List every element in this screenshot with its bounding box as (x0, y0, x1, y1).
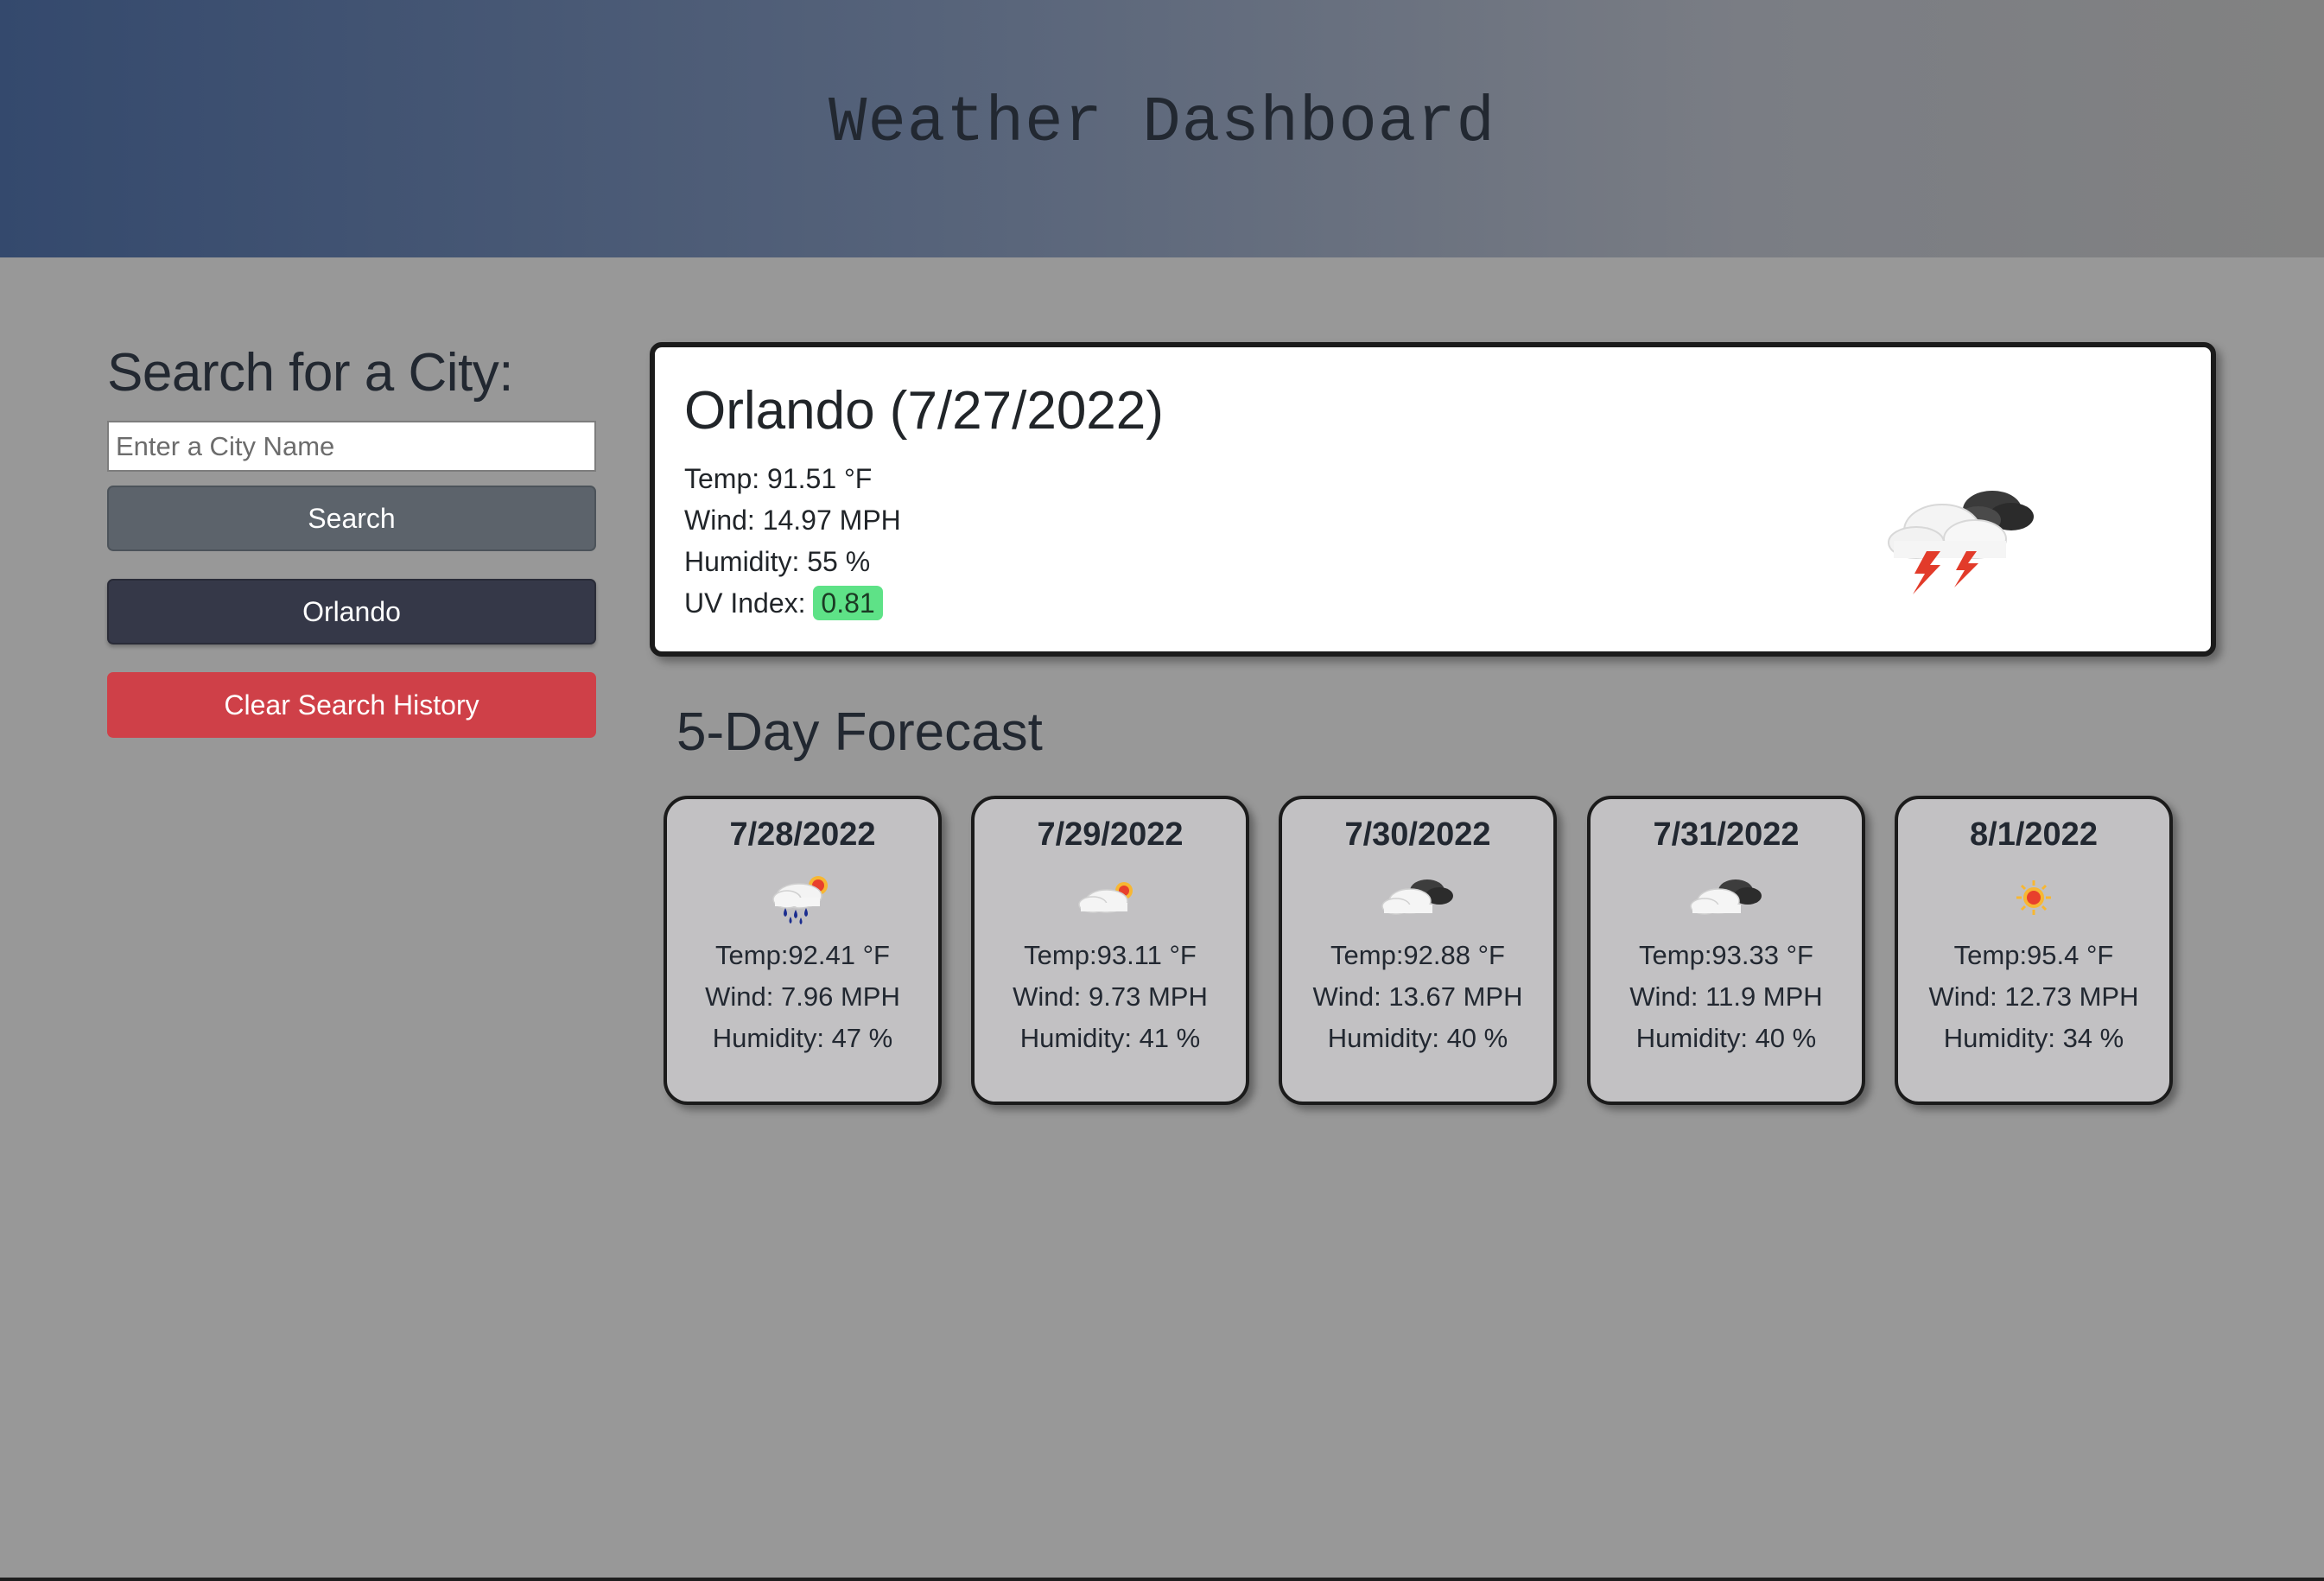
current-wind: Wind: 14.97 MPH (684, 505, 901, 536)
uv-badge: 0.81 (813, 586, 883, 620)
forecast-humidity: Humidity: 34 % (1943, 1023, 2124, 1053)
search-sidebar: Search for a City: Search Orlando Clear … (107, 342, 596, 738)
thunderstorm-icon (1882, 477, 2046, 602)
search-heading: Search for a City: (107, 343, 513, 403)
city-search-input[interactable] (107, 421, 596, 472)
cloud-sun-icon (975, 860, 1246, 935)
rain-sun-icon (667, 860, 938, 935)
forecast-wind: Wind: 9.73 MPH (1013, 981, 1208, 1012)
forecast-date: 7/30/2022 (1344, 816, 1491, 853)
forecast-temp: Temp:92.88 °F (1330, 940, 1505, 970)
forecast-date: 7/29/2022 (1037, 816, 1184, 853)
forecast-wind: Wind: 11.9 MPH (1629, 981, 1823, 1012)
app-header: Weather Dashboard (0, 0, 2324, 257)
page-title: Weather Dashboard (829, 87, 1495, 160)
forecast-humidity: Humidity: 41 % (1019, 1023, 1201, 1053)
forecast-temp: Temp:92.41 °F (715, 940, 890, 970)
forecast-wind: Wind: 7.96 MPH (705, 981, 900, 1012)
current-stats: Temp: 91.51 °F Wind: 14.97 MPH Humidity:… (684, 458, 901, 624)
forecast-card: 7/29/2022 Temp:93.11 °F Wind: 9.73 MPH H… (971, 796, 1249, 1105)
current-temp: Temp: 91.51 °F (684, 463, 873, 494)
current-weather-card: Orlando (7/27/2022) Temp: 91.51 °F Wind:… (650, 342, 2216, 657)
forecast-card: 7/31/2022 Temp:93.33 °F Wind: 11.9 MPH H… (1587, 796, 1865, 1105)
forecast-humidity: Humidity: 40 % (1327, 1023, 1508, 1053)
forecast-temp: Temp:93.11 °F (1024, 940, 1197, 970)
forecast-wind: Wind: 12.73 MPH (1928, 981, 2139, 1012)
current-humidity: Humidity: 55 % (684, 546, 871, 577)
forecast-humidity: Humidity: 47 % (712, 1023, 893, 1053)
forecast-card: 8/1/2022 Temp:95.4 °F Wind: 12.73 MPH Hu… (1895, 796, 2173, 1105)
forecast-temp: Temp:93.33 °F (1639, 940, 1813, 970)
forecast-date: 8/1/2022 (1970, 816, 2098, 853)
forecast-card: 7/28/2022 Temp:92.41 °F Wind: 7.96 MPH H… (664, 796, 942, 1105)
forecast-wind: Wind: 13.67 MPH (1312, 981, 1523, 1012)
forecast-date: 7/28/2022 (729, 816, 876, 853)
search-button[interactable]: Search (107, 486, 596, 551)
history-city-button[interactable]: Orlando (107, 579, 596, 644)
sun-icon (1898, 860, 2169, 935)
forecast-title: 5-Day Forecast (676, 702, 1043, 762)
forecast-humidity: Humidity: 40 % (1635, 1023, 1817, 1053)
window-bottom-edge (0, 1578, 2324, 1581)
cloudy-icon (1591, 860, 1862, 935)
cloudy-icon (1282, 860, 1553, 935)
uv-label: UV Index: (684, 587, 806, 619)
clear-history-button[interactable]: Clear Search History (107, 672, 596, 738)
forecast-date: 7/31/2022 (1653, 816, 1800, 853)
forecast-temp: Temp:95.4 °F (1953, 940, 2114, 970)
forecast-card: 7/30/2022 Temp:92.88 °F Wind: 13.67 MPH … (1279, 796, 1557, 1105)
current-city-title: Orlando (7/27/2022) (684, 381, 1164, 441)
current-uv: UV Index: 0.81 (684, 582, 901, 624)
